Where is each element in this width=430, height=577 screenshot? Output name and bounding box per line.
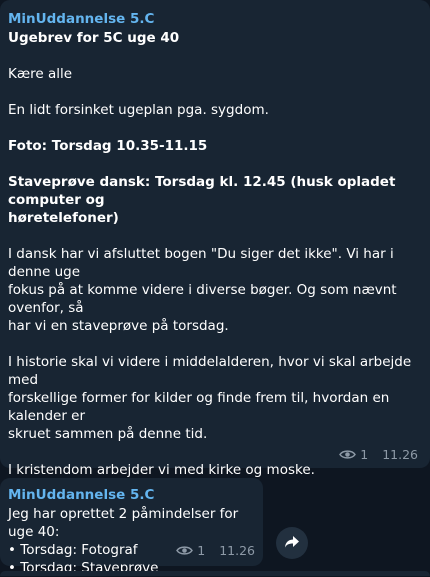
message-line: Foto: Torsdag 10.35-11.15 <box>8 138 208 154</box>
message-body: Ugebrev for 5C uge 40 Kære alle En lidt fo… <box>8 29 418 551</box>
message-line: Ugebrev for 5C uge 40 <box>8 30 180 46</box>
sender-name[interactable]: MinUddannelse 5.C <box>8 486 253 505</box>
message-line: I dansk har vi afsluttet bogen "Du siger… <box>8 246 394 280</box>
message-meta: 1 11.26 <box>176 543 255 558</box>
message-line: fokus på at komme videre i diverse bøger… <box>8 282 397 316</box>
message-line: Kære alle <box>8 66 73 82</box>
share-button[interactable] <box>276 527 308 559</box>
message-line: har vi en staveprøve på torsdag. <box>8 318 229 334</box>
view-count: 1 <box>360 447 369 462</box>
message-line: I historie skal vi videre i middelaldere… <box>8 354 412 388</box>
message-line: En lidt forsinket ugeplan pga. sygdom. <box>8 102 269 118</box>
message-line: I kristendom arbejder vi med kirke og mo… <box>8 462 315 478</box>
sender-name[interactable]: MinUddannelse 5.C <box>8 10 418 29</box>
view-count: 1 <box>197 543 206 558</box>
message-time: 11.26 <box>219 543 255 558</box>
message-line: forskellige former for kilder og finde f… <box>8 390 390 424</box>
message-bubble[interactable]: MinUddannelse 5.C Jeg har oprettet 2 påm… <box>0 478 263 576</box>
message-line: Staveprøve dansk: Torsdag kl. 12.45 (hus… <box>8 174 396 208</box>
message-line: skruet sammen på denne tid. <box>8 426 208 442</box>
share-arrow-icon <box>284 534 300 553</box>
message-body: Jeg har oprettet 2 påmindelser for uge 4… <box>8 505 253 577</box>
message-bubble[interactable]: MinUddannelse 5.C Ugebrev for 5C uge 40 K… <box>0 0 430 550</box>
next-message-edge <box>0 571 430 576</box>
message-time: 11.26 <box>382 447 418 462</box>
eye-icon <box>176 545 194 556</box>
message-line: høretelefoner) <box>8 210 119 226</box>
message-line: Jeg har oprettet 2 påmindelser for uge 4… <box>8 506 239 540</box>
message-meta: 1 11.26 <box>339 447 418 462</box>
eye-icon <box>339 449 357 460</box>
